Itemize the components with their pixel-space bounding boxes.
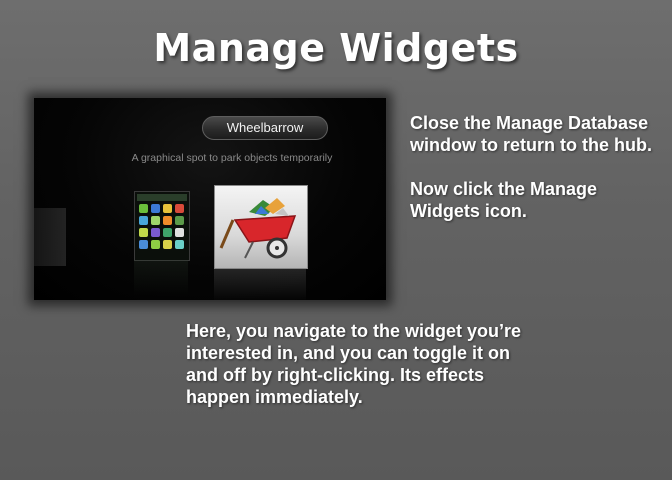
instruction-text: Close the Manage Database window to retu…	[410, 112, 660, 244]
app-grid-icon-graphic	[135, 192, 189, 260]
slide-title: Manage Widgets	[153, 26, 519, 70]
wheelbarrow-widget-icon[interactable]	[214, 185, 308, 269]
instruction-close-database: Close the Manage Database window to retu…	[410, 113, 652, 155]
app-grid-widget-icon[interactable]	[134, 191, 190, 261]
widget-name-button[interactable]: Wheelbarrow	[202, 116, 328, 140]
wheelbarrow-reflection	[214, 268, 306, 300]
app-grid-reflection	[134, 260, 188, 296]
widget-toggle-explanation: Here, you navigate to the widget you’re …	[186, 321, 522, 407]
wheelbarrow-icon-graphic	[219, 198, 297, 259]
instruction-click-manage-widgets: Now click the Manage Widgets icon.	[410, 179, 598, 221]
widget-description: A graphical spot to park objects tempora…	[131, 152, 333, 164]
widget-manager-screenshot: Wheelbarrow A graphical spot to park obj…	[34, 98, 386, 300]
widget-card-offscreen[interactable]	[34, 208, 66, 266]
